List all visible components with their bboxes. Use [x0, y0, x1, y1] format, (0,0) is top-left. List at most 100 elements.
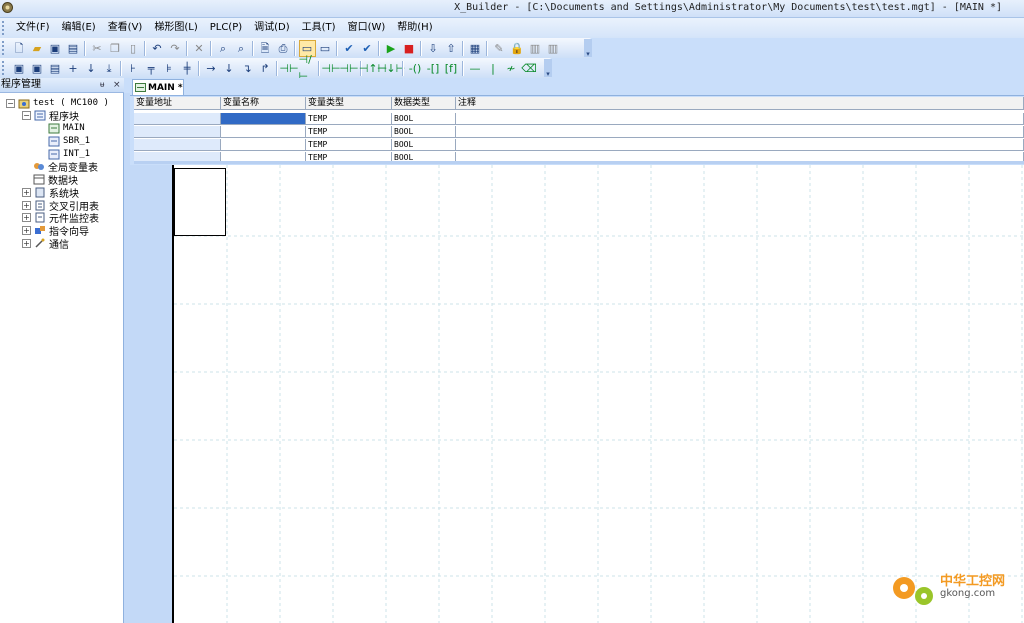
paste-icon[interactable]: ▯	[125, 40, 142, 57]
horizontal-line-icon[interactable]: —	[467, 60, 484, 77]
tree-node-data-block[interactable]: 数据块	[33, 173, 78, 187]
function-block-icon[interactable]: [f]	[443, 60, 460, 77]
compile-all-icon[interactable]: ✔	[359, 40, 376, 57]
cell-address[interactable]	[134, 126, 221, 138]
cell-name[interactable]	[221, 152, 306, 161]
ladder-mode-icon[interactable]: ▣	[29, 60, 46, 77]
stop-icon[interactable]: ■	[401, 40, 418, 57]
column-header-var-type[interactable]: 变量类型	[306, 97, 392, 110]
tab-main[interactable]: MAIN *	[132, 79, 184, 95]
cell-name[interactable]	[221, 139, 306, 151]
cell-data-type[interactable]: BOOL	[392, 152, 456, 161]
menu-help[interactable]: 帮助(H)	[391, 18, 438, 38]
delete-element-icon[interactable]: ⌫	[521, 60, 538, 77]
save-all-icon[interactable]: ▤	[65, 40, 82, 57]
ladder-zoom-icon[interactable]: ▣	[11, 60, 28, 77]
tree-node-sbr[interactable]: SBR_1	[48, 135, 90, 147]
menu-edit[interactable]: 编辑(E)	[56, 18, 102, 38]
collapse-icon[interactable]: −	[6, 98, 15, 108]
line-up-icon[interactable]: ↱	[257, 60, 274, 77]
nc-contact-icon[interactable]: ⊣/⊢	[299, 53, 316, 83]
cell-var-type[interactable]: TEMP	[306, 113, 392, 125]
ladder-table-icon[interactable]: ▤	[47, 60, 64, 77]
invert-icon[interactable]: ≁	[503, 60, 520, 77]
cell-address[interactable]	[134, 139, 221, 151]
unforce-icon[interactable]: ▥	[545, 40, 562, 57]
menu-tools[interactable]: 工具(T)	[296, 18, 342, 38]
pin-icon[interactable]: ᵾ	[100, 78, 104, 92]
menu-grip[interactable]	[2, 21, 7, 35]
expand-icon[interactable]: +	[22, 212, 31, 222]
line-right-down-icon[interactable]: ↴	[239, 60, 256, 77]
gear-app-icon[interactable]	[1, 1, 14, 14]
tree-node-program-blocks[interactable]: − 程序块	[22, 109, 79, 123]
print-preview-icon[interactable]: 🗎	[257, 40, 274, 57]
menu-window[interactable]: 窗口(W)	[342, 18, 392, 38]
find-icon[interactable]: ⌕	[215, 40, 232, 57]
edit-pencil-icon[interactable]: ✎	[491, 40, 508, 57]
cell-comment[interactable]	[456, 139, 1024, 151]
delete-icon[interactable]: ✕	[191, 40, 208, 57]
cell-name[interactable]	[221, 126, 306, 138]
print-icon[interactable]: ⎙	[275, 40, 292, 57]
coil-icon[interactable]: -()	[407, 60, 424, 77]
force-icon[interactable]: ▥	[527, 40, 544, 57]
toolbar-overflow-chevron-icon[interactable]: ▾	[584, 39, 592, 58]
insert-row-icon[interactable]: ⊦	[125, 60, 142, 77]
toolbar-grip[interactable]	[2, 61, 7, 75]
insert-down-icon[interactable]: ↓	[83, 60, 100, 77]
delete-column-icon[interactable]: ╪	[179, 60, 196, 77]
replace-icon[interactable]: ⌕	[233, 40, 250, 57]
tree-node-monitor[interactable]: + 元件监控表	[22, 211, 99, 225]
cell-var-type[interactable]: TEMP	[306, 126, 392, 138]
cell-var-type[interactable]: TEMP	[306, 139, 392, 151]
open-folder-icon[interactable]: ▰	[29, 40, 46, 57]
ladder-editor[interactable]	[130, 165, 1024, 623]
redo-icon[interactable]: ↷	[167, 40, 184, 57]
collapse-icon[interactable]: −	[22, 110, 31, 120]
line-down-icon[interactable]: ↓	[221, 60, 238, 77]
instruction-view-icon[interactable]: ▭	[317, 40, 334, 57]
falling-edge-icon[interactable]: ⊣↓⊢	[377, 60, 405, 77]
insert-down-branch-icon[interactable]: ⤓	[101, 60, 118, 77]
vertical-line-icon[interactable]: |	[485, 60, 502, 77]
tree-node-system-block[interactable]: + 系统块	[22, 186, 79, 200]
column-header-data-type[interactable]: 数据类型	[392, 97, 456, 110]
expand-icon[interactable]: +	[22, 238, 31, 248]
run-icon[interactable]: ▶	[383, 40, 400, 57]
expand-icon[interactable]: +	[22, 225, 31, 235]
column-header-address[interactable]: 变量地址	[134, 97, 221, 110]
box-instruction-icon[interactable]: -[]	[425, 60, 442, 77]
lock-icon[interactable]: 🔒	[509, 40, 526, 57]
insert-column-icon[interactable]: ╤	[143, 60, 160, 77]
expand-icon[interactable]: +	[22, 187, 31, 197]
delete-row-icon[interactable]: ⊧	[161, 60, 178, 77]
close-icon[interactable]: ×	[113, 78, 121, 92]
cell-name[interactable]	[221, 113, 306, 125]
cell-data-type[interactable]: BOOL	[392, 139, 456, 151]
tree-node-main[interactable]: MAIN	[48, 122, 85, 134]
download-icon[interactable]: ⇩	[425, 40, 442, 57]
undo-icon[interactable]: ↶	[149, 40, 166, 57]
menu-debug[interactable]: 调试(D)	[248, 18, 296, 38]
tree-node-wizard[interactable]: + 指令向导	[22, 224, 89, 238]
insert-branch-icon[interactable]: +	[65, 60, 82, 77]
menu-file[interactable]: 文件(F)	[10, 18, 56, 38]
ladder-cursor[interactable]	[174, 168, 226, 236]
column-header-name[interactable]: 变量名称	[221, 97, 306, 110]
cell-var-type[interactable]: TEMP	[306, 152, 392, 161]
tree-node-comm[interactable]: + 通信	[22, 237, 69, 251]
cell-comment[interactable]	[456, 152, 1024, 161]
cut-icon[interactable]: ✂	[89, 40, 106, 57]
new-file-icon[interactable]: 🗋	[11, 40, 28, 57]
cell-comment[interactable]	[456, 126, 1024, 138]
menu-view[interactable]: 查看(V)	[102, 18, 149, 38]
cell-data-type[interactable]: BOOL	[392, 113, 456, 125]
cell-data-type[interactable]: BOOL	[392, 126, 456, 138]
menu-ladder[interactable]: 梯形图(L)	[148, 18, 203, 38]
upload-icon[interactable]: ⇧	[443, 40, 460, 57]
parallel-nc-contact-icon[interactable]: ⊣⊢	[339, 60, 358, 77]
monitor-icon[interactable]: ▦	[467, 40, 484, 57]
compile-icon[interactable]: ✔	[341, 40, 358, 57]
no-contact-icon[interactable]: ⊣⊢	[279, 60, 298, 77]
